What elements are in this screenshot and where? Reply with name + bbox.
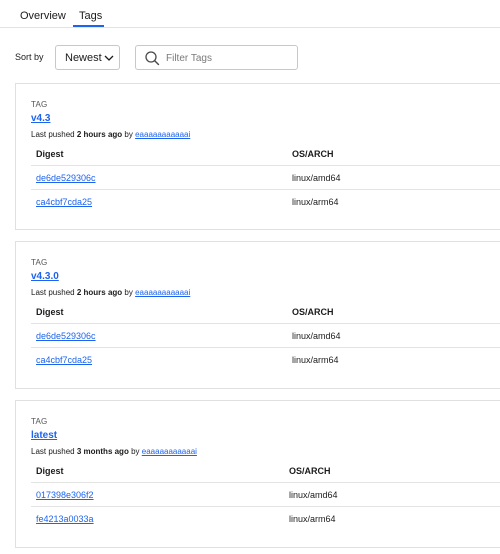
- sort-value: Newest: [65, 52, 102, 64]
- table-row: de6de529306c linux/amd64: [31, 324, 500, 348]
- tab-tags[interactable]: Tags: [79, 10, 102, 22]
- tag-kicker: TAG: [31, 417, 48, 426]
- os-arch: linux/amd64: [292, 331, 341, 341]
- digest-table: Digest OS/ARCH de6de529306c linux/amd64 …: [31, 298, 500, 372]
- digest-header: Digest: [36, 149, 64, 159]
- table-row: de6de529306c linux/amd64: [31, 166, 500, 190]
- digest-link[interactable]: ca4cbf7cda25: [36, 197, 92, 207]
- tag-card: TAG latest Last pushed 3 months ago by e…: [15, 400, 500, 548]
- table-header: Digest OS/ARCH: [31, 298, 500, 324]
- last-pushed: Last pushed 2 hours ago by eaaaaaaaaaaai: [31, 130, 190, 139]
- pushed-prefix: Last pushed: [31, 130, 75, 139]
- pushed-prefix: Last pushed: [31, 447, 75, 456]
- pushed-time: 3 months ago: [76, 447, 129, 456]
- os-arch: linux/arm64: [292, 197, 339, 207]
- tag-card: TAG v4.3.0 Last pushed 2 hours ago by ea…: [15, 241, 500, 389]
- pushed-by: by: [124, 130, 133, 139]
- filter-tags-input[interactable]: [166, 50, 294, 66]
- chevron-down-icon: [104, 55, 114, 61]
- filter-tags-box[interactable]: [135, 45, 298, 70]
- pushed-prefix: Last pushed: [31, 288, 75, 297]
- os-arch: linux/amd64: [292, 173, 341, 183]
- os-arch: linux/arm64: [292, 355, 339, 365]
- digest-link[interactable]: fe4213a0033a: [36, 514, 94, 524]
- table-row: 017398e306f2 linux/amd64: [31, 483, 500, 507]
- pushed-user-link[interactable]: eaaaaaaaaaaai: [135, 130, 190, 139]
- tab-overview[interactable]: Overview: [20, 10, 66, 22]
- os-arch-header: OS/ARCH: [292, 149, 334, 159]
- last-pushed: Last pushed 3 months ago by eaaaaaaaaaaa…: [31, 447, 197, 456]
- digest-link[interactable]: 017398e306f2: [36, 490, 94, 500]
- toolbar: Sort by Newest: [0, 45, 500, 71]
- pushed-by: by: [124, 288, 133, 297]
- pushed-user-link[interactable]: eaaaaaaaaaaai: [142, 447, 197, 456]
- active-tab-indicator: [73, 25, 104, 27]
- digest-link[interactable]: de6de529306c: [36, 173, 96, 183]
- pushed-time: 2 hours ago: [76, 288, 123, 297]
- sort-dropdown[interactable]: Newest: [55, 45, 120, 70]
- digest-table: Digest OS/ARCH de6de529306c linux/amd64 …: [31, 140, 500, 214]
- digest-header: Digest: [36, 466, 64, 476]
- search-icon: [145, 51, 160, 66]
- tag-kicker: TAG: [31, 100, 48, 109]
- tag-name-link[interactable]: latest: [31, 430, 57, 441]
- table-row: ca4cbf7cda25 linux/arm64: [31, 348, 500, 372]
- digest-table: Digest OS/ARCH 017398e306f2 linux/amd64 …: [31, 457, 500, 531]
- os-arch: linux/amd64: [289, 490, 338, 500]
- sort-label: Sort by: [15, 52, 44, 62]
- pushed-by: by: [131, 447, 140, 456]
- os-arch-header: OS/ARCH: [292, 307, 334, 317]
- table-header: Digest OS/ARCH: [31, 140, 500, 166]
- tab-bar: Overview Tags: [0, 0, 500, 28]
- digest-header: Digest: [36, 307, 64, 317]
- last-pushed: Last pushed 2 hours ago by eaaaaaaaaaaai: [31, 288, 190, 297]
- table-row: ca4cbf7cda25 linux/arm64: [31, 190, 500, 214]
- pushed-time: 2 hours ago: [76, 130, 123, 139]
- tag-kicker: TAG: [31, 258, 48, 267]
- tag-name-link[interactable]: v4.3.0: [31, 271, 59, 282]
- tag-name-link[interactable]: v4.3: [31, 113, 50, 124]
- digest-link[interactable]: de6de529306c: [36, 331, 96, 341]
- pushed-user-link[interactable]: eaaaaaaaaaaai: [135, 288, 190, 297]
- table-header: Digest OS/ARCH: [31, 457, 500, 483]
- tag-card: TAG v4.3 Last pushed 2 hours ago by eaaa…: [15, 83, 500, 230]
- os-arch: linux/arm64: [289, 514, 336, 524]
- os-arch-header: OS/ARCH: [289, 466, 331, 476]
- table-row: fe4213a0033a linux/arm64: [31, 507, 500, 531]
- digest-link[interactable]: ca4cbf7cda25: [36, 355, 92, 365]
